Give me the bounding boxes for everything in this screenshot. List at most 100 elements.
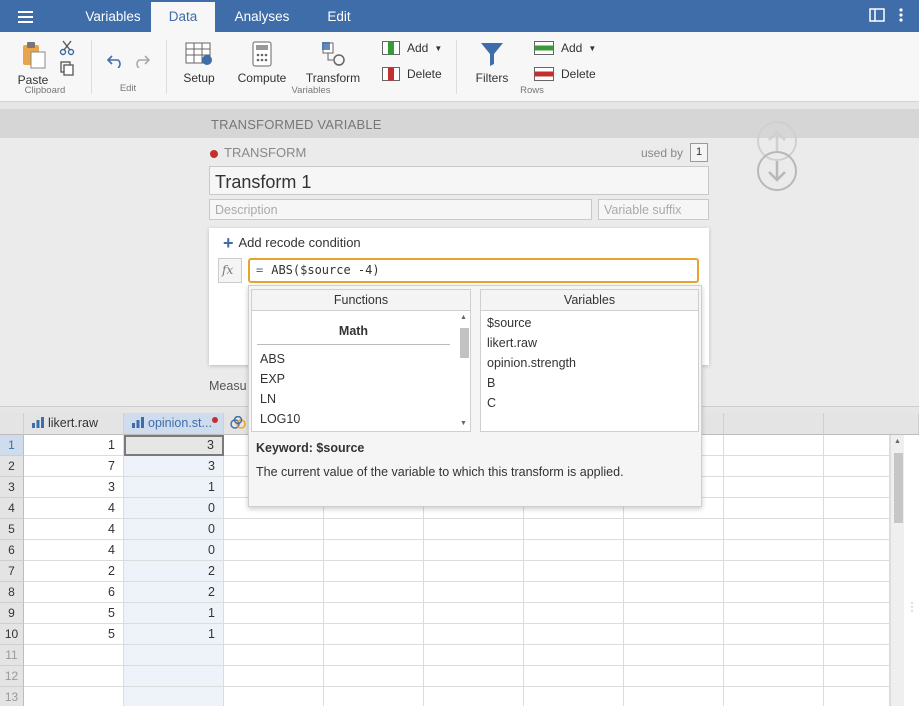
table-cell[interactable] — [724, 456, 824, 477]
row-header[interactable]: 9 — [0, 603, 24, 624]
table-cell[interactable] — [424, 645, 524, 666]
row-header[interactable]: 5 — [0, 519, 24, 540]
table-cell[interactable]: 1 — [24, 435, 124, 456]
table-cell[interactable]: 5 — [24, 603, 124, 624]
table-cell[interactable] — [524, 561, 624, 582]
table-cell[interactable] — [524, 624, 624, 645]
table-cell[interactable] — [524, 582, 624, 603]
table-cell[interactable] — [624, 540, 724, 561]
cut-icon[interactable] — [59, 40, 75, 56]
table-cell[interactable] — [824, 561, 890, 582]
table-cell[interactable] — [224, 645, 324, 666]
table-cell[interactable]: 4 — [24, 519, 124, 540]
table-cell[interactable] — [324, 666, 424, 687]
tab-data[interactable]: Data — [151, 0, 215, 32]
tab-analyses[interactable]: Analyses — [223, 0, 301, 32]
table-cell[interactable]: 2 — [124, 561, 224, 582]
redo-icon[interactable] — [132, 52, 150, 68]
table-cell[interactable] — [724, 582, 824, 603]
table-cell[interactable] — [724, 519, 824, 540]
table-cell[interactable] — [824, 477, 890, 498]
scrollbar-thumb[interactable] — [460, 328, 469, 358]
row-header[interactable]: 12 — [0, 666, 24, 687]
table-cell[interactable] — [324, 540, 424, 561]
scroll-up-icon[interactable]: ▲ — [460, 314, 467, 321]
function-item-abs[interactable]: ABS — [260, 352, 285, 366]
variable-suffix-field[interactable]: Variable suffix — [598, 199, 709, 220]
table-cell[interactable] — [224, 687, 324, 706]
paste-button[interactable]: Paste — [16, 40, 50, 87]
table-cell[interactable] — [24, 666, 124, 687]
setup-button[interactable]: Setup — [180, 40, 218, 85]
table-cell[interactable] — [424, 561, 524, 582]
add-row-button[interactable]: Add ▼ — [534, 41, 596, 55]
table-cell[interactable]: 0 — [124, 540, 224, 561]
table-cell[interactable] — [824, 540, 890, 561]
add-variable-button[interactable]: Add ▼ — [382, 41, 442, 55]
table-cell[interactable] — [824, 645, 890, 666]
table-cell[interactable] — [624, 582, 724, 603]
table-cell[interactable] — [724, 435, 824, 456]
table-cell[interactable] — [424, 666, 524, 687]
scroll-down-icon[interactable]: ▼ — [460, 420, 467, 427]
function-item-log10[interactable]: LOG10 — [260, 412, 300, 426]
table-cell[interactable] — [224, 666, 324, 687]
row-header[interactable]: 11 — [0, 645, 24, 666]
table-cell[interactable] — [824, 624, 890, 645]
functions-scrollbar[interactable]: ▲ ▼ — [458, 312, 470, 430]
copy-icon[interactable] — [59, 61, 75, 77]
column-header-empty[interactable] — [824, 413, 919, 435]
delete-variable-button[interactable]: Delete — [382, 67, 442, 81]
table-cell[interactable] — [624, 645, 724, 666]
delete-row-button[interactable]: Delete — [534, 67, 596, 81]
compute-button[interactable]: Compute — [236, 40, 288, 85]
table-cell[interactable] — [224, 540, 324, 561]
table-cell[interactable] — [324, 645, 424, 666]
table-cell[interactable] — [424, 687, 524, 706]
row-header[interactable]: 3 — [0, 477, 24, 498]
table-cell[interactable] — [824, 498, 890, 519]
table-cell[interactable] — [624, 624, 724, 645]
table-cell[interactable] — [724, 477, 824, 498]
table-cell[interactable] — [324, 582, 424, 603]
table-cell[interactable] — [524, 603, 624, 624]
variable-item-source[interactable]: $source — [487, 316, 531, 330]
table-cell[interactable] — [424, 540, 524, 561]
layout-toggle-icon[interactable] — [869, 8, 886, 22]
table-cell[interactable]: 2 — [24, 561, 124, 582]
table-cell[interactable] — [824, 666, 890, 687]
filters-button[interactable]: Filters — [472, 40, 512, 85]
column-header-likert-raw[interactable]: likert.raw — [24, 413, 124, 435]
row-header[interactable]: 1 — [0, 435, 24, 456]
transform-name-field[interactable]: Transform 1 — [209, 166, 709, 195]
table-cell[interactable] — [724, 624, 824, 645]
function-item-exp[interactable]: EXP — [260, 372, 285, 386]
tab-edit[interactable]: Edit — [313, 0, 365, 32]
scroll-up-icon[interactable]: ▲ — [894, 438, 901, 445]
table-cell[interactable]: 2 — [124, 582, 224, 603]
table-cell[interactable] — [824, 519, 890, 540]
row-header[interactable]: 2 — [0, 456, 24, 477]
variable-item-b[interactable]: B — [487, 376, 495, 390]
formula-input[interactable]: = ABS($source -4) — [248, 258, 699, 283]
table-cell[interactable] — [724, 666, 824, 687]
add-recode-condition-button[interactable]: + Add recode condition — [223, 234, 361, 252]
undo-icon[interactable] — [107, 52, 125, 68]
table-cell[interactable] — [324, 603, 424, 624]
table-cell[interactable] — [124, 687, 224, 706]
table-cell[interactable] — [324, 519, 424, 540]
column-header-opinion-strength[interactable]: opinion.st... — [124, 413, 224, 435]
table-cell[interactable] — [224, 603, 324, 624]
row-header[interactable]: 13 — [0, 687, 24, 706]
table-cell[interactable] — [24, 687, 124, 706]
more-options-icon[interactable] — [899, 8, 903, 22]
table-cell[interactable] — [424, 624, 524, 645]
sheet-scrollbar[interactable]: ▲ — [890, 435, 904, 706]
table-cell[interactable] — [324, 687, 424, 706]
table-cell[interactable] — [324, 561, 424, 582]
table-cell[interactable]: 1 — [124, 477, 224, 498]
table-cell[interactable] — [724, 645, 824, 666]
table-cell[interactable] — [224, 582, 324, 603]
row-header[interactable]: 4 — [0, 498, 24, 519]
table-cell[interactable] — [824, 603, 890, 624]
